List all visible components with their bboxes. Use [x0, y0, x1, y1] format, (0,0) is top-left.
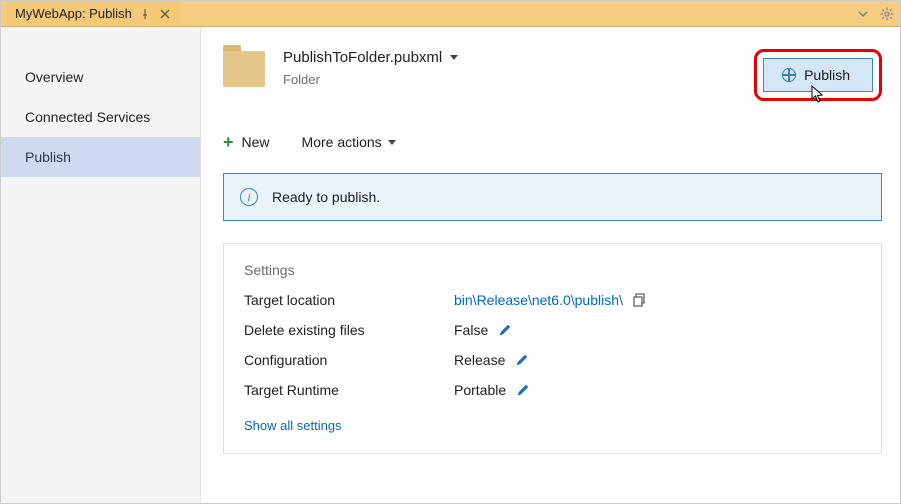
document-tab[interactable]: MyWebApp: Publish	[7, 1, 180, 26]
new-profile-label: New	[242, 134, 270, 150]
setting-label: Delete existing files	[244, 322, 454, 338]
edit-pencil-icon[interactable]	[515, 353, 529, 367]
setting-label: Target Runtime	[244, 382, 454, 398]
sidebar-item-publish[interactable]: Publish	[1, 137, 200, 177]
settings-card: Settings Target locationbin\Release\net6…	[223, 243, 882, 454]
publish-profile-name: PublishToFolder.pubxml	[283, 49, 442, 66]
setting-value: Portable	[454, 382, 506, 398]
settings-heading: Settings	[244, 262, 861, 278]
publish-button[interactable]: Publish	[763, 58, 873, 92]
sidebar-item-connected-services[interactable]: Connected Services	[1, 97, 200, 137]
setting-label: Configuration	[244, 352, 454, 368]
folder-icon	[223, 51, 265, 87]
window-dropdown-icon[interactable]	[856, 7, 870, 21]
gear-icon[interactable]	[880, 7, 894, 21]
plus-icon: +	[223, 133, 234, 151]
publish-button-label: Publish	[804, 67, 850, 83]
setting-value-cell: False	[454, 322, 861, 338]
globe-publish-icon	[782, 68, 796, 82]
setting-value[interactable]: bin\Release\net6.0\publish\	[454, 292, 623, 308]
publish-profile-type: Folder	[283, 72, 736, 87]
info-icon: i	[240, 188, 258, 206]
setting-value-cell: bin\Release\net6.0\publish\	[454, 292, 861, 308]
setting-value: False	[454, 322, 488, 338]
title-bar: MyWebApp: Publish	[1, 1, 900, 27]
edit-pencil-icon[interactable]	[498, 323, 512, 337]
cursor-icon	[810, 85, 828, 105]
status-text: Ready to publish.	[272, 189, 380, 205]
setting-value-cell: Portable	[454, 382, 861, 398]
publish-profile-dropdown[interactable]: PublishToFolder.pubxml	[283, 49, 736, 66]
new-profile-button[interactable]: + New	[223, 133, 270, 151]
status-banner: i Ready to publish.	[223, 173, 882, 221]
chevron-down-icon	[450, 55, 458, 60]
publish-button-highlight: Publish	[754, 49, 882, 101]
main-panel: PublishToFolder.pubxml Folder Publish + …	[201, 27, 900, 503]
copy-icon[interactable]	[633, 293, 647, 307]
show-all-settings-link[interactable]: Show all settings	[244, 418, 861, 433]
pin-icon[interactable]	[138, 7, 152, 21]
edit-pencil-icon[interactable]	[516, 383, 530, 397]
setting-label: Target location	[244, 292, 454, 308]
more-actions-dropdown[interactable]: More actions	[302, 134, 396, 150]
more-actions-label: More actions	[302, 134, 382, 150]
close-icon[interactable]	[158, 7, 172, 21]
setting-value-cell: Release	[454, 352, 861, 368]
setting-value: Release	[454, 352, 505, 368]
sidebar: Overview Connected Services Publish	[1, 27, 201, 503]
chevron-down-icon	[388, 140, 396, 145]
sidebar-item-overview[interactable]: Overview	[1, 57, 200, 97]
tab-title: MyWebApp: Publish	[15, 6, 132, 21]
